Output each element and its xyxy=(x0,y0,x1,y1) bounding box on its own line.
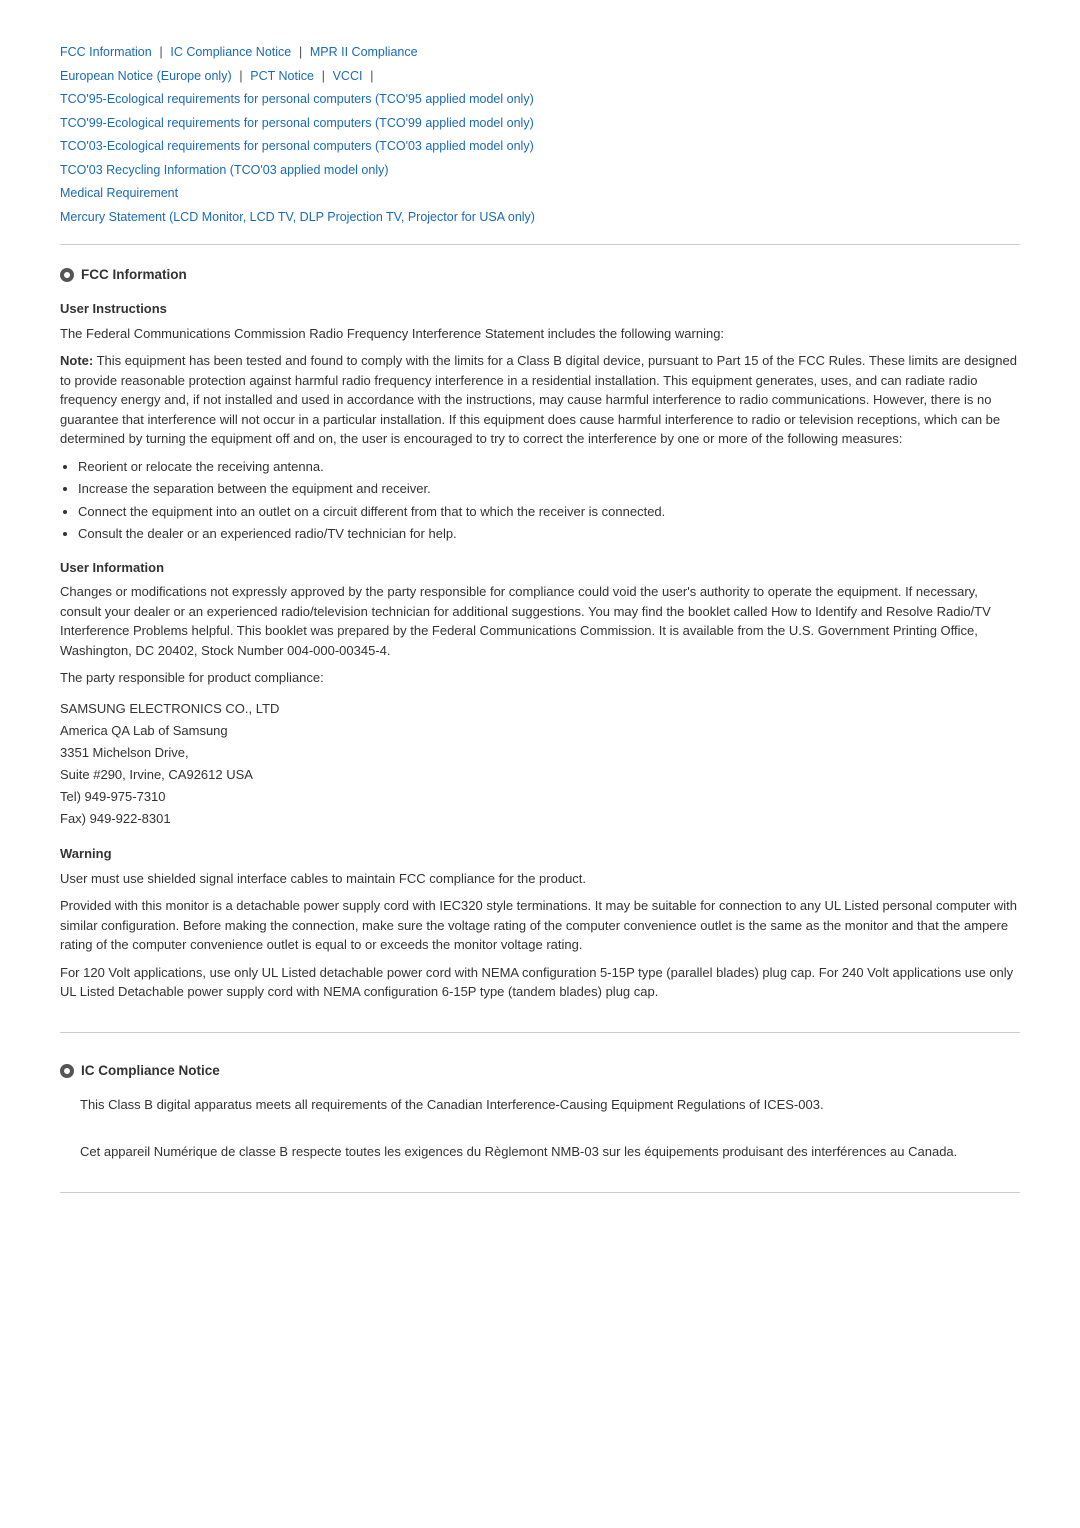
fcc-section: FCC Information User Instructions The Fe… xyxy=(60,265,1020,1002)
fcc-note-bold: Note: xyxy=(60,353,93,368)
vcci-nav-link[interactable]: VCCI xyxy=(333,69,363,83)
user-instructions-title: User Instructions xyxy=(60,299,1020,319)
warning-para3: For 120 Volt applications, use only UL L… xyxy=(60,963,1020,1002)
fcc-section-icon xyxy=(60,268,74,282)
fcc-bullet-4: Consult the dealer or an experienced rad… xyxy=(78,524,1020,544)
user-instructions-subsection: User Instructions The Federal Communicat… xyxy=(60,299,1020,544)
ic-section-icon xyxy=(60,1064,74,1078)
user-information-subsection: User Information Changes or modification… xyxy=(60,558,1020,831)
ic-section-title: IC Compliance Notice xyxy=(81,1061,220,1081)
tco03-nav-link[interactable]: TCO'03-Ecological requirements for perso… xyxy=(60,139,534,153)
tco99-nav-link[interactable]: TCO'99-Ecological requirements for perso… xyxy=(60,116,534,130)
ic-nav-link[interactable]: IC Compliance Notice xyxy=(170,45,291,59)
fcc-bullet-1: Reorient or relocate the receiving anten… xyxy=(78,457,1020,477)
user-information-para1: Changes or modifications not expressly a… xyxy=(60,582,1020,660)
ic-para2: Cet appareil Numérique de classe B respe… xyxy=(80,1142,1020,1162)
mercury-nav-link[interactable]: Mercury Statement (LCD Monitor, LCD TV, … xyxy=(60,210,535,224)
fcc-bullet-3: Connect the equipment into an outlet on … xyxy=(78,502,1020,522)
bottom-divider xyxy=(60,1192,1020,1193)
separator: | xyxy=(239,68,242,83)
med-nav-link[interactable]: Medical Requirement xyxy=(60,186,178,200)
navigation-links: FCC Information | IC Compliance Notice |… xyxy=(60,40,1020,228)
warning-para2: Provided with this monitor is a detachab… xyxy=(60,896,1020,955)
ic-content: This Class B digital apparatus meets all… xyxy=(60,1095,1020,1162)
separator: | xyxy=(370,68,373,83)
warning-para1: User must use shielded signal interface … xyxy=(60,869,1020,889)
separator: | xyxy=(159,44,162,59)
tco95-nav-link[interactable]: TCO'95-Ecological requirements for perso… xyxy=(60,92,534,106)
separator: | xyxy=(322,68,325,83)
eu-nav-link[interactable]: European Notice (Europe only) xyxy=(60,69,232,83)
user-information-para2: The party responsible for product compli… xyxy=(60,668,1020,688)
address-text: SAMSUNG ELECTRONICS CO., LTDAmerica QA L… xyxy=(60,701,279,826)
fcc-section-title: FCC Information xyxy=(81,265,187,285)
mpr-nav-link[interactable]: MPR II Compliance xyxy=(310,45,418,59)
ic-para1: This Class B digital apparatus meets all… xyxy=(80,1095,1020,1115)
tco03rec-nav-link[interactable]: TCO'03 Recycling Information (TCO'03 app… xyxy=(60,163,389,177)
ic-section: IC Compliance Notice This Class B digita… xyxy=(60,1053,1020,1162)
pct-nav-link[interactable]: PCT Notice xyxy=(250,69,314,83)
fcc-bullet-2: Increase the separation between the equi… xyxy=(78,479,1020,499)
address-block: SAMSUNG ELECTRONICS CO., LTDAmerica QA L… xyxy=(60,698,1020,831)
fcc-note: Note: This equipment has been tested and… xyxy=(60,351,1020,449)
fcc-nav-link[interactable]: FCC Information xyxy=(60,45,152,59)
fcc-note-text: This equipment has been tested and found… xyxy=(60,353,1017,446)
mid-divider xyxy=(60,1032,1020,1033)
top-divider xyxy=(60,244,1020,245)
fcc-bullets-list: Reorient or relocate the receiving anten… xyxy=(78,457,1020,544)
ic-section-header: IC Compliance Notice xyxy=(60,1061,1020,1081)
user-instructions-intro: The Federal Communications Commission Ra… xyxy=(60,324,1020,344)
user-information-title: User Information xyxy=(60,558,1020,578)
warning-subsection: Warning User must use shielded signal in… xyxy=(60,844,1020,1002)
fcc-section-header: FCC Information xyxy=(60,265,1020,285)
separator: | xyxy=(299,44,302,59)
warning-title: Warning xyxy=(60,844,1020,864)
